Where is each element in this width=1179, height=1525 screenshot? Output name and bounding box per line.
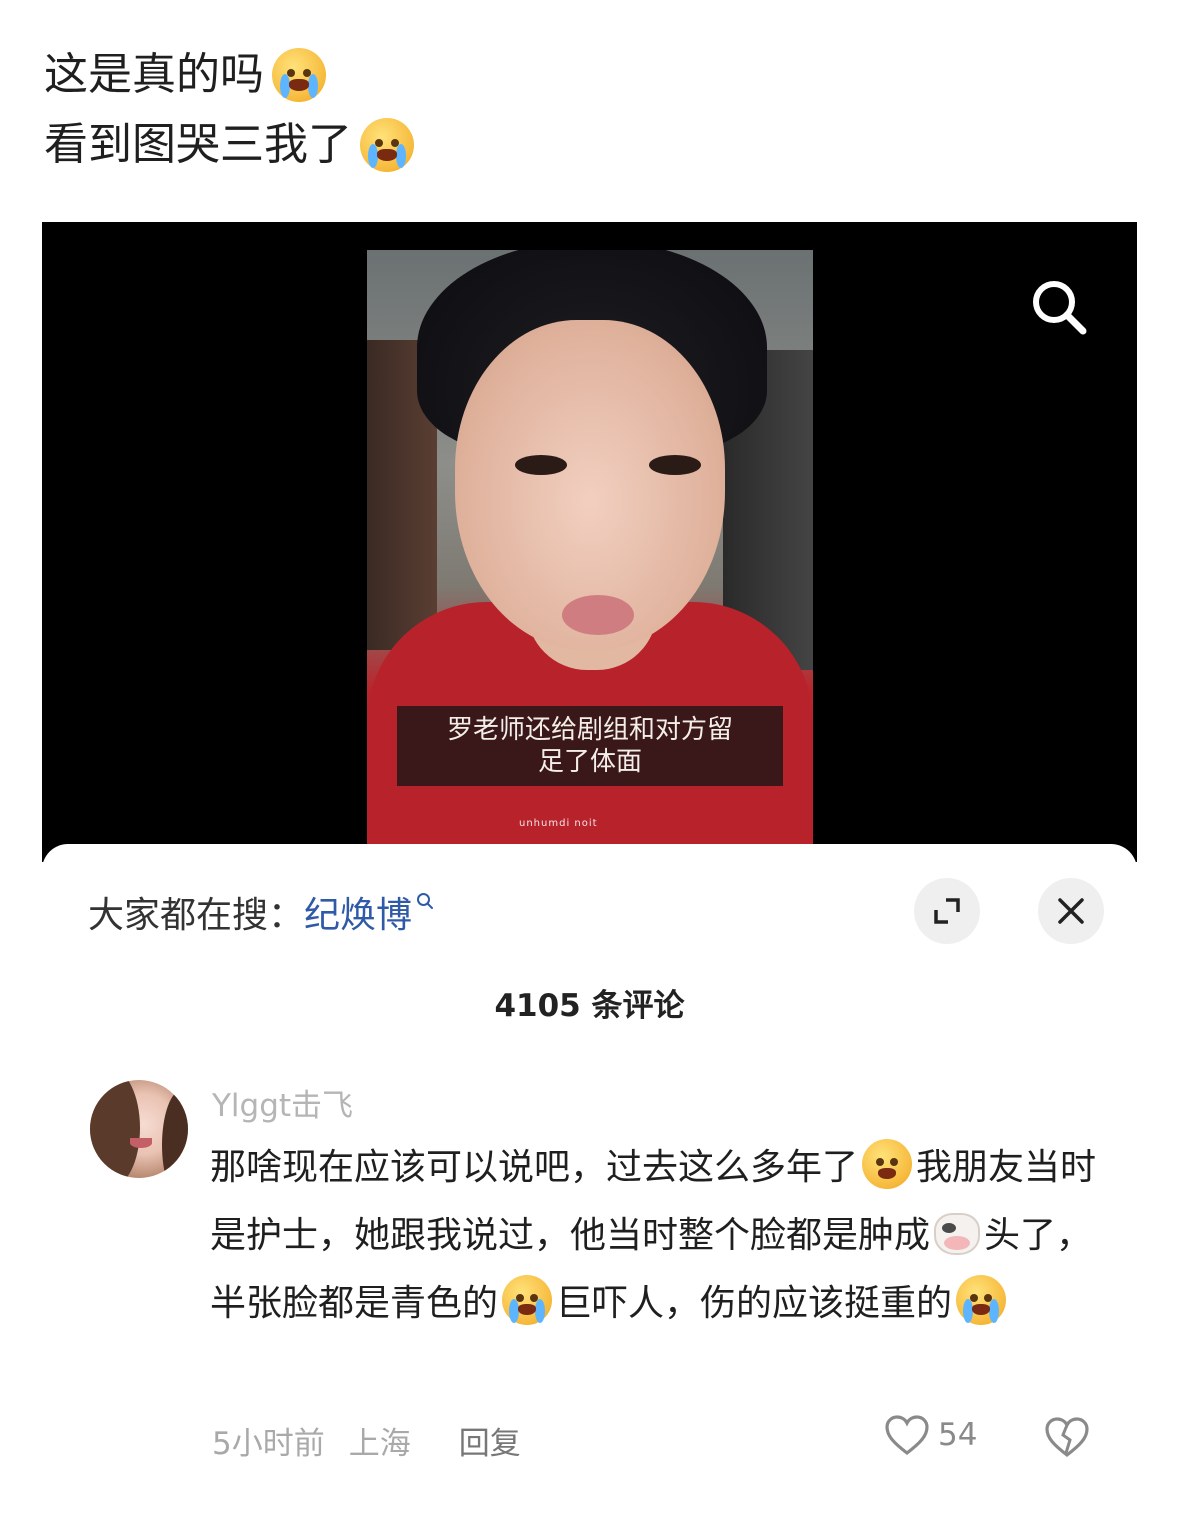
cow-face-emoji: [934, 1213, 981, 1255]
lips: [562, 595, 634, 635]
video-frame: 罗老师还给剧组和对方留 足了体面 unhumdi noit: [367, 250, 813, 862]
trending-search[interactable]: 大家都在搜： 纪焕博: [88, 886, 434, 938]
search-icon[interactable]: [1029, 277, 1089, 337]
post-line-2-text: 看到图哭三我了: [44, 119, 352, 170]
subtitle-line-2: 足了体面: [537, 747, 642, 777]
comment-text: 那啥现在应该可以说吧，过去这么多年了 我朋友当时是护士，她跟我说过，他当时整个脸都…: [210, 1134, 1100, 1338]
comment-text-1: 那啥现在应该可以说吧，过去这么多年了: [210, 1147, 859, 1188]
post-line-2: 看到图哭三我了: [44, 110, 414, 180]
loudly-crying-emoji: [360, 118, 414, 172]
avatar[interactable]: [90, 1080, 188, 1178]
close-icon: [1058, 898, 1084, 924]
pleading-tears-emoji: [272, 48, 326, 102]
wild-face-emoji: [862, 1139, 913, 1189]
comments-sheet: 大家都在搜： 纪焕博 4105 条评论 Ylggt击飞 那啥现在应该可以说吧，过…: [42, 844, 1137, 1525]
reply-button[interactable]: 回复: [459, 1418, 521, 1463]
comment-time: 5小时前: [212, 1426, 325, 1462]
trending-label: 大家都在搜：: [88, 895, 305, 936]
heart-icon: [885, 1415, 929, 1456]
rofl-emoji: [956, 1275, 1007, 1325]
comment-count: 4105 条评论: [494, 988, 685, 1024]
comment-location: 上海: [348, 1426, 411, 1462]
comment-text-4: 巨吓人，伤的应该挺重的: [556, 1283, 953, 1324]
rofl-emoji: [502, 1275, 553, 1325]
post-line-1-text: 这是真的吗: [44, 49, 264, 100]
post-line-1: 这是真的吗: [44, 40, 414, 110]
expand-button[interactable]: [914, 878, 980, 944]
like-count: 54: [938, 1417, 978, 1453]
video-subtitle: 罗老师还给剧组和对方留 足了体面: [397, 706, 783, 786]
trending-term[interactable]: 纪焕博: [304, 886, 412, 938]
shirt-print: unhumdi noit: [519, 818, 598, 829]
comment-username[interactable]: Ylggt击飞: [212, 1080, 353, 1125]
subtitle-line-1: 罗老师还给剧组和对方留: [446, 715, 733, 745]
broken-heart-icon[interactable]: [1044, 1416, 1090, 1458]
expand-icon: [934, 898, 960, 924]
left-eye: [515, 455, 567, 475]
search-icon: [417, 893, 434, 909]
video-player[interactable]: 罗老师还给剧组和对方留 足了体面 unhumdi noit: [42, 222, 1137, 862]
post-text: 这是真的吗 看到图哭三我了: [44, 40, 414, 180]
close-button[interactable]: [1038, 878, 1104, 944]
right-eye: [649, 455, 701, 475]
like-button[interactable]: 54: [884, 1414, 977, 1456]
comment-meta: 5小时前 上海 回复: [212, 1418, 521, 1463]
